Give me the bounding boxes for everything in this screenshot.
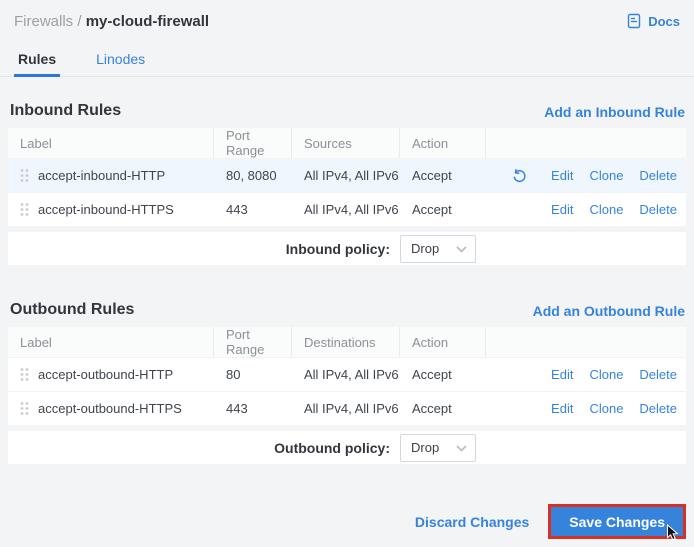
column-header-port-range: Port Range — [214, 128, 292, 158]
outbound-table-header: Label Port Range Destinations Action — [8, 327, 686, 357]
drag-handle-icon[interactable] — [20, 202, 29, 217]
outbound-policy-row: Outbound policy: Drop — [8, 431, 686, 464]
inbound-rules-table: Label Port Range Sources Action accept-i… — [8, 128, 686, 265]
rule-destinations: All IPv4, All IPv6 — [292, 401, 400, 416]
column-header-label: Label — [8, 128, 214, 158]
rule-port-range: 80 — [214, 367, 292, 382]
delete-link[interactable]: Delete — [639, 202, 677, 217]
inbound-policy-label: Inbound policy: — [286, 241, 390, 257]
rule-action: Accept — [400, 168, 486, 183]
column-header-sources: Sources — [292, 128, 400, 158]
table-row-accept-outbound-http: accept-outbound-HTTP 80 All IPv4, All IP… — [8, 357, 686, 391]
clone-link[interactable]: Clone — [589, 401, 623, 416]
table-row-accept-inbound-https: accept-inbound-HTTPS 443 All IPv4, All I… — [8, 192, 686, 226]
edit-link[interactable]: Edit — [551, 401, 573, 416]
rule-label: accept-inbound-HTTP — [38, 168, 165, 183]
docs-icon — [626, 13, 642, 29]
inbound-policy-value: Drop — [411, 241, 439, 256]
breadcrumb-separator: / — [77, 13, 81, 30]
rule-sources: All IPv4, All IPv6 — [292, 168, 400, 183]
docs-label: Docs — [648, 14, 680, 29]
inbound-policy-select[interactable]: Drop — [400, 235, 476, 263]
outbound-policy-value: Drop — [411, 440, 439, 455]
clone-link[interactable]: Clone — [589, 168, 623, 183]
delete-link[interactable]: Delete — [639, 401, 677, 416]
column-header-label: Label — [8, 327, 214, 357]
edit-link[interactable]: Edit — [551, 168, 573, 183]
save-changes-button[interactable]: Save Changes — [551, 507, 683, 536]
breadcrumb-firewalls-link[interactable]: Firewalls — [14, 13, 73, 30]
edit-link[interactable]: Edit — [551, 367, 573, 382]
clone-link[interactable]: Clone — [589, 202, 623, 217]
column-header-actions — [486, 327, 686, 357]
discard-changes-link[interactable]: Discard Changes — [415, 514, 529, 530]
rule-port-range: 443 — [214, 202, 292, 217]
table-row-accept-inbound-http: accept-inbound-HTTP 80, 8080 All IPv4, A… — [8, 158, 686, 192]
rule-label: accept-inbound-HTTPS — [38, 202, 174, 217]
rule-destinations: All IPv4, All IPv6 — [292, 367, 400, 382]
rule-action: Accept — [400, 202, 486, 217]
rule-action: Accept — [400, 367, 486, 382]
inbound-table-header: Label Port Range Sources Action — [8, 128, 686, 158]
outbound-policy-select[interactable]: Drop — [400, 434, 476, 462]
drag-handle-icon[interactable] — [20, 401, 29, 416]
column-header-action: Action — [400, 327, 486, 357]
column-header-port-range: Port Range — [214, 327, 292, 357]
outbound-rules-title: Outbound Rules — [10, 301, 134, 319]
delete-link[interactable]: Delete — [639, 168, 677, 183]
save-button-highlight: Save Changes — [548, 504, 686, 539]
tab-linodes[interactable]: Linodes — [92, 47, 149, 76]
rule-sources: All IPv4, All IPv6 — [292, 202, 400, 217]
page-header: Firewalls / my-cloud-firewall Docs — [0, 0, 694, 34]
column-header-destinations: Destinations — [292, 327, 400, 357]
inbound-section-header: Inbound Rules Add an Inbound Rule — [10, 102, 685, 120]
tab-rules[interactable]: Rules — [14, 47, 60, 76]
tab-bar: Rules Linodes — [0, 47, 694, 77]
clone-link[interactable]: Clone — [589, 367, 623, 382]
drag-handle-icon[interactable] — [20, 168, 29, 183]
outbound-rules-table: Label Port Range Destinations Action acc… — [8, 327, 686, 464]
undo-icon[interactable] — [511, 168, 527, 184]
drag-handle-icon[interactable] — [20, 367, 29, 382]
chevron-down-icon — [456, 240, 467, 258]
outbound-policy-label: Outbound policy: — [274, 440, 390, 456]
rule-action: Accept — [400, 401, 486, 416]
chevron-down-icon — [456, 439, 467, 457]
footer-actions: Discard Changes Save Changes — [0, 504, 694, 539]
inbound-rules-title: Inbound Rules — [10, 102, 121, 120]
rule-label: accept-outbound-HTTP — [38, 367, 173, 382]
column-header-action: Action — [400, 128, 486, 158]
add-inbound-rule-link[interactable]: Add an Inbound Rule — [544, 104, 685, 120]
outbound-section-header: Outbound Rules Add an Outbound Rule — [10, 301, 685, 319]
rule-port-range: 443 — [214, 401, 292, 416]
docs-link[interactable]: Docs — [626, 13, 680, 29]
table-row-accept-outbound-https: accept-outbound-HTTPS 443 All IPv4, All … — [8, 391, 686, 425]
rule-label: accept-outbound-HTTPS — [38, 401, 182, 416]
column-header-actions — [486, 128, 686, 158]
breadcrumb: Firewalls / my-cloud-firewall — [14, 10, 209, 34]
delete-link[interactable]: Delete — [639, 367, 677, 382]
breadcrumb-current-firewall: my-cloud-firewall — [86, 13, 209, 30]
rule-port-range: 80, 8080 — [214, 168, 292, 183]
inbound-policy-row: Inbound policy: Drop — [8, 232, 686, 265]
edit-link[interactable]: Edit — [551, 202, 573, 217]
add-outbound-rule-link[interactable]: Add an Outbound Rule — [533, 303, 685, 319]
